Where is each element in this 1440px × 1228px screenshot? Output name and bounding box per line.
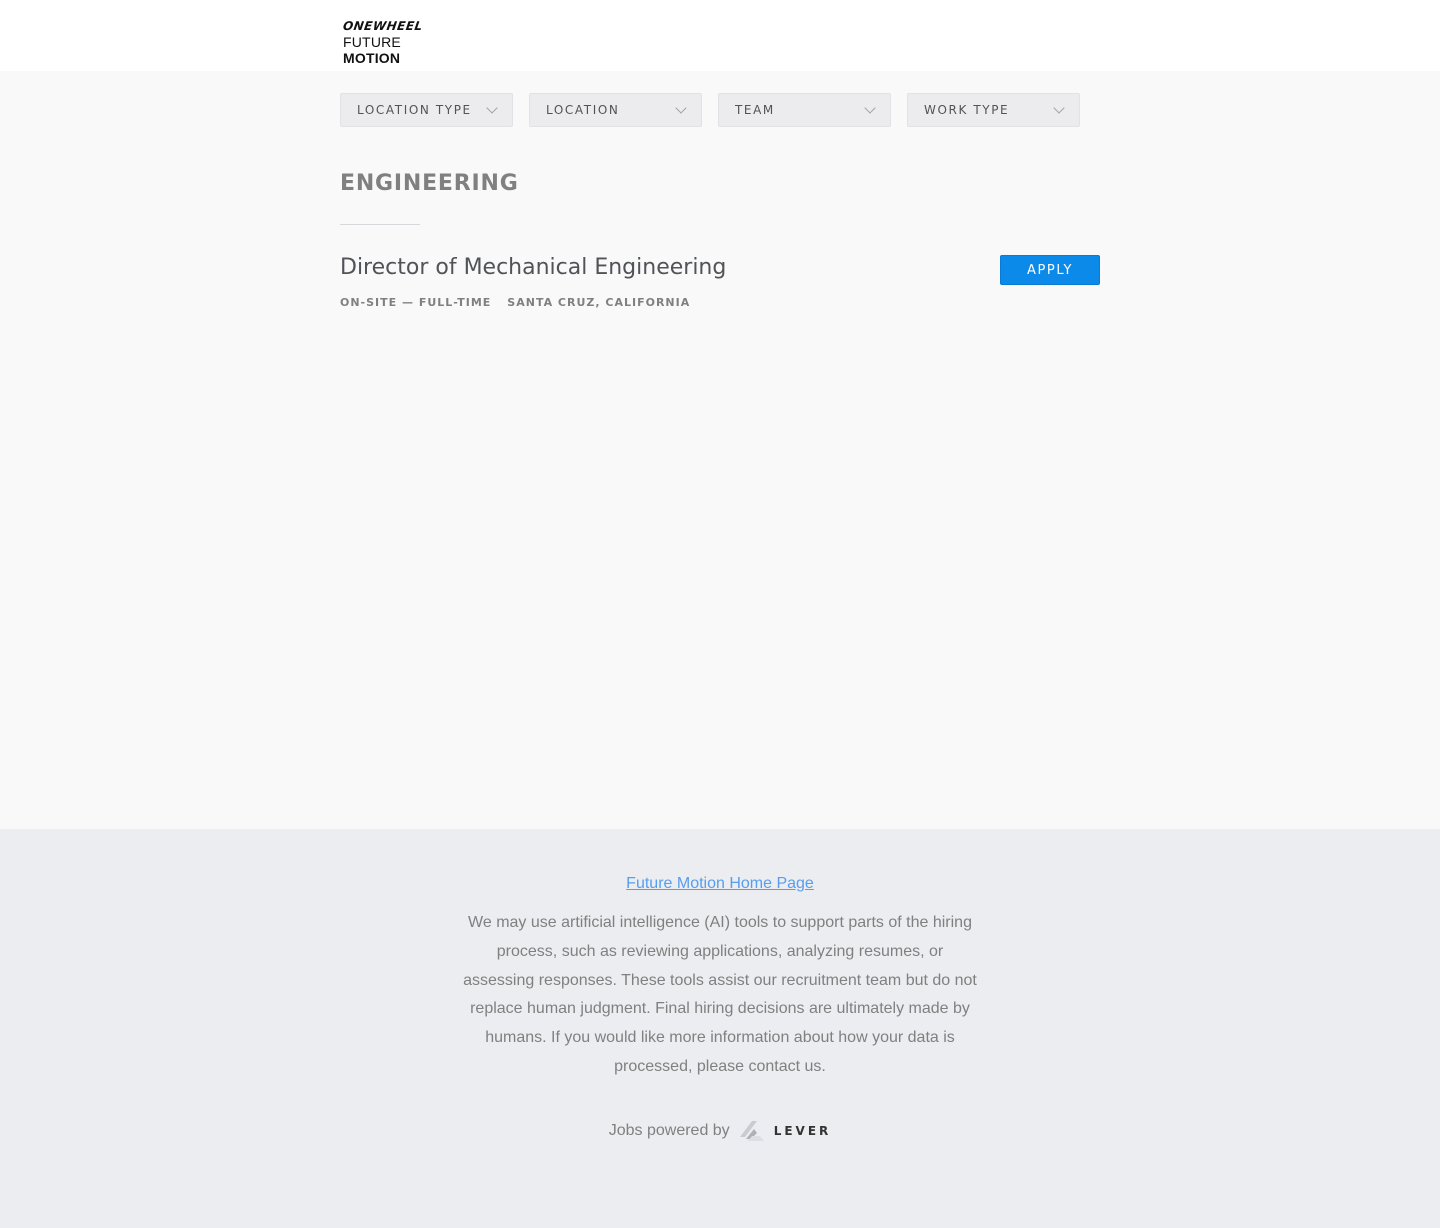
filter-location[interactable]: LOCATION [529,93,702,127]
postings-content: LOCATION TYPE LOCATION TEAM WORK TYPE EN… [0,71,1440,829]
logo-onewheel-text: ONEWHEEL [342,19,424,33]
logo-future-motion-text: FUTURE MOTION [343,34,401,66]
filter-label: WORK TYPE [924,103,1010,117]
posting-commitment: ON-SITE — FULL-TIME [340,296,492,309]
posting-title-link[interactable]: Director of Mechanical Engineering [340,255,726,280]
lever-logo-icon [739,1121,764,1141]
filter-label: LOCATION TYPE [357,103,472,117]
site-footer: Future Motion Home Page We may use artif… [0,829,1440,1228]
filter-team[interactable]: TEAM [718,93,891,127]
chevron-down-icon [486,102,498,114]
filter-label: TEAM [735,103,775,117]
site-header: ONEWHEEL FUTURE MOTION [0,0,1440,71]
chevron-down-icon [675,102,687,114]
posting-location: SANTA CRUZ, CALIFORNIA [507,296,691,309]
lever-wordmark: LEVER [773,1124,832,1138]
powered-by-label: Jobs powered by [608,1122,730,1139]
powered-by: Jobs powered by LEVER [0,1119,1440,1143]
filter-location-type[interactable]: LOCATION TYPE [340,93,513,127]
chevron-down-icon [1053,102,1065,114]
footer-home-link-row: Future Motion Home Page [0,875,1440,893]
apply-button[interactable]: APPLY [1000,255,1100,285]
home-page-link[interactable]: Future Motion Home Page [626,875,814,892]
company-logo[interactable]: ONEWHEEL FUTURE MOTION [342,19,453,66]
posting-meta: ON-SITE — FULL-TIME SANTA CRUZ, CALIFORN… [340,296,690,309]
lever-logo-link[interactable]: LEVER [739,1119,832,1143]
team-divider [340,224,420,225]
ai-notice-text: We may use artificial intelligence (AI) … [463,914,977,1075]
filter-label: LOCATION [546,103,620,117]
team-heading: ENGINEERING [340,171,519,196]
filter-bar: LOCATION TYPE LOCATION TEAM WORK TYPE [340,93,1080,127]
filter-work-type[interactable]: WORK TYPE [907,93,1080,127]
job-posting: Director of Mechanical Engineering ON-SI… [340,255,1100,315]
chevron-down-icon [864,102,876,114]
